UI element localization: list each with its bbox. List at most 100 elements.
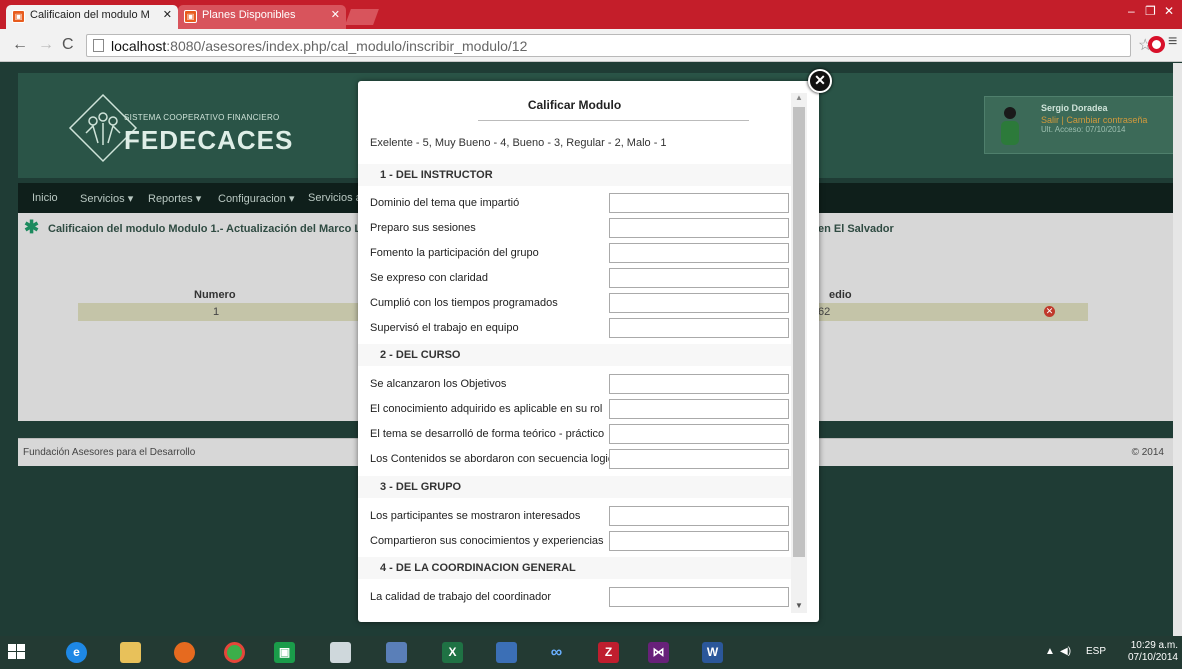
- taskbar-store[interactable]: ▣: [262, 636, 306, 669]
- dialog-scrollbar[interactable]: ▲ ▼: [791, 93, 807, 613]
- forward-arrow-icon[interactable]: →: [38, 36, 54, 54]
- chevron-down-icon: ▾: [127, 193, 134, 205]
- scroll-thumb[interactable]: [793, 107, 805, 557]
- content-title: Calificaion del modulo Modulo 1.- Actual…: [48, 223, 374, 235]
- question-label: Los Contenidos se abordaron con secuenci…: [370, 453, 620, 465]
- language-indicator[interactable]: ESP: [1086, 646, 1106, 657]
- column-header-promedio: edio: [829, 289, 852, 301]
- nav-label: Servicios: [80, 193, 125, 205]
- question-label: Fomento la participación del grupo: [370, 247, 539, 259]
- question-label: Supervisó el trabajo en equipo: [370, 322, 519, 334]
- last-access: Ult. Acceso: 07/10/2014: [1041, 125, 1126, 134]
- question-label: Se alcanzaron los Objetivos: [370, 378, 507, 390]
- opera-icon[interactable]: [1148, 36, 1165, 53]
- tab-planes-disponibles[interactable]: ▣ Planes Disponibles ✕: [178, 5, 346, 29]
- asterisk-icon: ✱: [24, 217, 40, 237]
- question-label: El tema se desarrolló de forma teórico -…: [370, 428, 605, 440]
- tab-title: Planes Disponibles: [202, 9, 296, 21]
- taskbar-snipping[interactable]: [318, 636, 362, 669]
- taskbar-dolphin[interactable]: [374, 636, 418, 669]
- clock-date: 07/10/2014: [1127, 652, 1178, 663]
- taskbar-filezilla[interactable]: Z: [586, 636, 630, 669]
- taskbar-firefox[interactable]: [162, 636, 206, 669]
- taskbar-excel[interactable]: X: [430, 636, 474, 669]
- window-close-icon[interactable]: ✕: [1164, 4, 1174, 18]
- nav-servicios[interactable]: Servicios ▾: [80, 192, 133, 205]
- page-scrollbar[interactable]: [1173, 63, 1182, 636]
- taskbar-ie[interactable]: e: [54, 636, 98, 669]
- rating-input[interactable]: [609, 424, 789, 444]
- dialog-close-icon[interactable]: ✕: [808, 69, 832, 93]
- rating-input[interactable]: [609, 587, 789, 607]
- menu-icon[interactable]: ≡: [1168, 33, 1177, 51]
- footer-org: Fundación Asesores para el Desarrollo: [23, 447, 196, 458]
- rating-input[interactable]: [609, 243, 789, 263]
- column-header-numero: Numero: [194, 289, 236, 301]
- dialog-title: Calificar Modulo: [527, 98, 622, 112]
- rating-input[interactable]: [609, 506, 789, 526]
- start-button[interactable]: [0, 636, 44, 669]
- scroll-up-icon[interactable]: ▲: [795, 93, 803, 102]
- cell-numero: 1: [213, 306, 220, 318]
- nav-servicios-a[interactable]: Servicios a: [308, 192, 362, 204]
- tab-title: Calificaion del modulo M: [30, 9, 150, 21]
- back-arrow-icon[interactable]: ←: [12, 36, 28, 54]
- rating-input[interactable]: [609, 449, 789, 469]
- question-label: Compartieron sus conocimientos y experie…: [370, 535, 604, 547]
- word-icon: W: [702, 642, 723, 663]
- calificar-modulo-dialog: Calificar Modulo Exelente - 5, Muy Bueno…: [358, 81, 819, 622]
- rating-input[interactable]: [609, 374, 789, 394]
- chevron-down-icon: ▾: [288, 193, 295, 205]
- taskbar-infinity[interactable]: ∞: [534, 636, 578, 669]
- rating-input[interactable]: [609, 318, 789, 338]
- page-favicon-icon: ▣: [184, 10, 197, 23]
- chrome-icon: [224, 642, 245, 663]
- user-avatar-icon: [1001, 107, 1019, 145]
- question-label: Preparo sus sesiones: [370, 222, 476, 234]
- taskbar-word[interactable]: W: [690, 636, 734, 669]
- internet-explorer-icon: e: [66, 642, 87, 663]
- windows-taskbar: e ▣ X ∞ Z ⋈ W ▲ ◀) ESP 10:29 a.m. 07/10/…: [0, 636, 1182, 669]
- question-label: Los participantes se mostraron interesad…: [370, 510, 581, 522]
- minimize-icon[interactable]: –: [1128, 4, 1135, 18]
- excel-icon: X: [442, 642, 463, 663]
- nav-inicio[interactable]: Inicio: [32, 192, 58, 204]
- nav-reportes[interactable]: Reportes ▾: [148, 192, 201, 205]
- maximize-icon[interactable]: ❐: [1145, 4, 1156, 18]
- new-tab-button[interactable]: [345, 9, 379, 25]
- section-header: 1 - DEL INSTRUCTOR: [358, 164, 791, 186]
- delete-icon[interactable]: ✕: [1044, 306, 1055, 317]
- logo-subtitle: SISTEMA COOPERATIVO FINANCIERO: [124, 113, 280, 122]
- logout-link[interactable]: Salir: [1041, 115, 1059, 125]
- firefox-icon: [174, 642, 195, 663]
- scroll-down-icon[interactable]: ▼: [795, 601, 803, 610]
- clock-time: 10:29 a.m.: [1130, 640, 1178, 651]
- tab-close-icon[interactable]: ✕: [331, 8, 340, 21]
- rating-input[interactable]: [609, 218, 789, 238]
- rating-input[interactable]: [609, 193, 789, 213]
- rating-input[interactable]: [609, 531, 789, 551]
- rating-input[interactable]: [609, 399, 789, 419]
- question-label: El conocimiento adquirido es aplicable e…: [370, 403, 603, 415]
- tab-close-icon[interactable]: ✕: [163, 8, 172, 21]
- section-header: 4 - DE LA COORDINACION GENERAL: [358, 557, 791, 579]
- nav-configuracion[interactable]: Configuracion ▾: [218, 192, 294, 205]
- reload-icon[interactable]: C: [62, 36, 74, 54]
- taskbar-app[interactable]: [484, 636, 528, 669]
- tab-calificacion[interactable]: ▣ Calificaion del modulo M ✕: [6, 5, 178, 29]
- change-password-link[interactable]: Cambiar contraseña: [1066, 115, 1147, 125]
- footer-copyright: © 2014: [1131, 447, 1164, 458]
- taskbar-chrome[interactable]: [212, 636, 256, 669]
- tray-arrow-icon[interactable]: ▲: [1045, 646, 1055, 657]
- rating-input[interactable]: [609, 293, 789, 313]
- volume-icon[interactable]: ◀): [1060, 646, 1071, 657]
- taskbar-visual-studio[interactable]: ⋈: [636, 636, 680, 669]
- taskbar-clock[interactable]: 10:29 a.m. 07/10/2014: [1118, 640, 1178, 664]
- url-host: localhost: [111, 38, 167, 54]
- snipping-tool-icon: [330, 642, 351, 663]
- taskbar-explorer[interactable]: [108, 636, 152, 669]
- cell-promedio: 62: [818, 306, 831, 318]
- address-bar[interactable]: localhost:8080/asesores/index.php/cal_mo…: [86, 34, 1131, 57]
- question-label: Se expreso con claridad: [370, 272, 489, 284]
- rating-input[interactable]: [609, 268, 789, 288]
